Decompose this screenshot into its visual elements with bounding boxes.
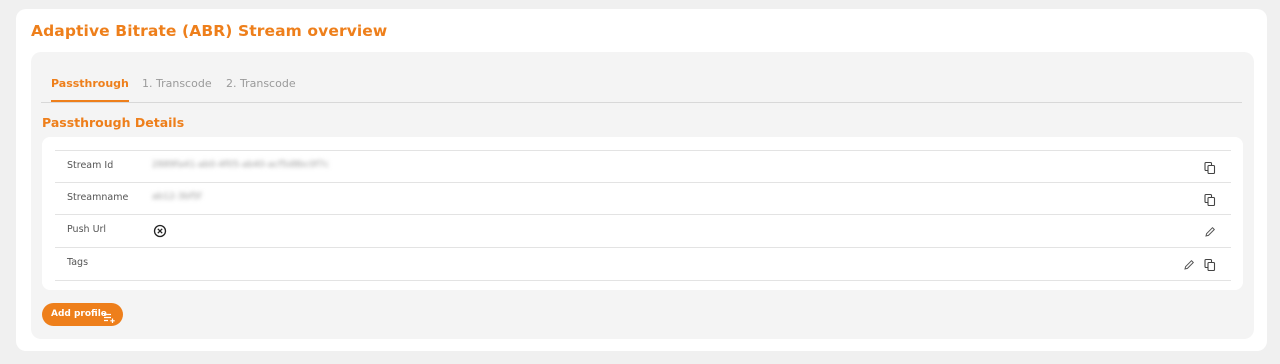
pencil-icon[interactable]: [1182, 257, 1196, 271]
stream-overview-card: Adaptive Bitrate (ABR) Stream overview P…: [16, 9, 1267, 351]
stream-panel: Passthrough 1. Transcode 2. Transcode Pa…: [31, 52, 1254, 339]
streamname-value: ab12-3bf5f: [152, 192, 202, 202]
copy-icon[interactable]: [1203, 257, 1217, 272]
playlist-add-icon: [103, 309, 116, 323]
detail-row-push-url: Push Url: [55, 214, 1231, 248]
detail-row-tags: Tags: [55, 247, 1231, 281]
tab-passthrough[interactable]: Passthrough: [51, 76, 129, 102]
add-profile-label: Add profile: [51, 309, 107, 319]
copy-icon[interactable]: [1203, 160, 1217, 175]
add-profile-button[interactable]: Add profile: [42, 303, 123, 326]
detail-row-stream-id: Stream Id 2889fa41-ab0-4f05-ab40-acf5d8b…: [55, 150, 1231, 183]
stream-id-value: 2889fa41-ab0-4f05-ab40-acf5d8bc0f7c: [152, 160, 330, 170]
detail-label: Tags: [67, 257, 89, 268]
detail-label: Stream Id: [67, 160, 114, 171]
tab-transcode-1[interactable]: 1. Transcode: [142, 76, 212, 100]
circle-x-icon: [153, 223, 167, 238]
detail-label: Streamname: [67, 192, 129, 203]
tab-transcode-2[interactable]: 2. Transcode: [226, 76, 296, 100]
page-title: Adaptive Bitrate (ABR) Stream overview: [31, 22, 388, 40]
copy-icon[interactable]: [1203, 192, 1217, 207]
detail-row-streamname: Streamname ab12-3bf5f: [55, 182, 1231, 215]
detail-label: Push Url: [67, 224, 107, 235]
pencil-icon[interactable]: [1203, 224, 1217, 238]
details-table: Stream Id 2889fa41-ab0-4f05-ab40-acf5d8b…: [42, 137, 1243, 290]
section-title: Passthrough Details: [42, 115, 185, 130]
tab-bar: Passthrough 1. Transcode 2. Transcode: [41, 74, 1242, 103]
